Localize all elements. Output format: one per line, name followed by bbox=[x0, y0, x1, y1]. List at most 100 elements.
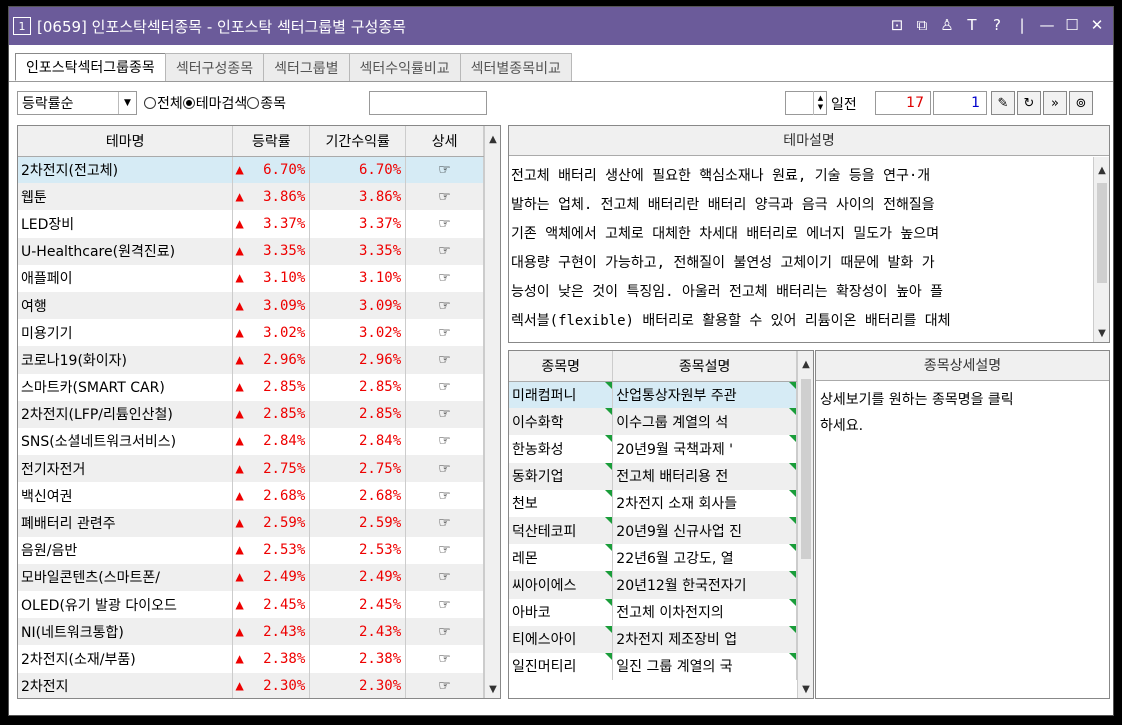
table-row[interactable]: 일진머티리 일진 그룹 계열의 국 bbox=[509, 652, 797, 681]
theme-name-cell[interactable]: NI(네트워크통합) bbox=[18, 618, 234, 646]
scroll-down-icon[interactable]: ▼ bbox=[798, 684, 813, 695]
theme-name-cell[interactable]: 전기자전거 bbox=[18, 455, 234, 483]
minimize-icon[interactable]: — bbox=[1039, 16, 1055, 34]
theme-name-cell[interactable]: 미용기기 bbox=[18, 319, 234, 347]
table-row[interactable]: 이수화학 이수그룹 계열의 석 bbox=[509, 408, 797, 436]
table-row[interactable]: 전기자전거 ▲ 2.75% 2.75% ☞ bbox=[18, 455, 484, 483]
radio-theme-dot[interactable] bbox=[182, 97, 195, 109]
stock-name-cell[interactable]: 아바코 bbox=[509, 598, 614, 626]
theme-name-cell[interactable]: 폐배터리 관련주 bbox=[18, 509, 234, 537]
scroll-down-icon[interactable]: ▼ bbox=[485, 684, 500, 695]
detail-button[interactable]: ☞ bbox=[405, 618, 484, 646]
scroll-up-icon[interactable]: ▲ bbox=[1094, 165, 1109, 176]
tab-sector-composition[interactable]: 섹터구성종목 bbox=[164, 53, 265, 81]
table-row[interactable]: 여행 ▲ 3.09% 3.09% ☞ bbox=[18, 291, 484, 320]
detail-icon[interactable]: ☞ bbox=[438, 569, 451, 585]
detail-button[interactable]: ☞ bbox=[405, 509, 484, 537]
detail-icon[interactable]: ☞ bbox=[438, 162, 451, 178]
table-row[interactable]: 미용기기 ▲ 3.02% 3.02% ☞ bbox=[18, 319, 484, 347]
theme-name-cell[interactable]: SNS(소셜네트워크서비스) bbox=[18, 427, 234, 456]
detail-icon[interactable]: ☞ bbox=[438, 352, 451, 368]
detail-button[interactable]: ☞ bbox=[405, 156, 484, 184]
detail-button[interactable]: ☞ bbox=[405, 563, 484, 591]
detail-icon[interactable]: ☞ bbox=[438, 433, 451, 449]
table-row[interactable]: 미래컴퍼니 산업통상자원부 주관 bbox=[509, 381, 797, 409]
spin-up-icon[interactable]: ▲ bbox=[818, 94, 823, 103]
theme-name-cell[interactable]: 여행 bbox=[18, 291, 234, 320]
table-row[interactable]: 레몬 22년6월 고강도, 열 bbox=[509, 544, 797, 572]
detail-button[interactable]: ☞ bbox=[405, 183, 484, 211]
theme-name-cell[interactable]: 스마트카(SMART CAR) bbox=[18, 373, 234, 401]
detail-button[interactable]: ☞ bbox=[405, 672, 484, 698]
stock-name-cell[interactable]: 티에스아이 bbox=[509, 625, 614, 653]
table-row[interactable]: 백신여권 ▲ 2.68% 2.68% ☞ bbox=[18, 482, 484, 510]
col-rate[interactable]: 등락률 bbox=[232, 126, 311, 157]
theme-name-cell[interactable]: 2차전지 bbox=[18, 672, 234, 698]
detail-button[interactable]: ☞ bbox=[405, 346, 484, 374]
radio-stock-dot[interactable] bbox=[247, 97, 260, 109]
tab-sector-stock-compare[interactable]: 섹터별종목비교 bbox=[459, 53, 572, 81]
detail-icon[interactable]: ☞ bbox=[438, 270, 451, 286]
table-row[interactable]: 코로나19(화이자) ▲ 2.96% 2.96% ☞ bbox=[18, 346, 484, 374]
table-row[interactable]: 씨아이에스 20년12월 한국전자기 bbox=[509, 571, 797, 599]
next-button[interactable]: » bbox=[1043, 91, 1067, 115]
theme-name-cell[interactable]: 2차전지(전고체) bbox=[18, 156, 234, 184]
search-input[interactable] bbox=[369, 91, 487, 115]
table-row[interactable]: 동화기업 전고체 배터리용 전 bbox=[509, 462, 797, 490]
detail-icon[interactable]: ☞ bbox=[438, 624, 451, 640]
table-row[interactable]: 아바코 전고체 이차전지의 bbox=[509, 598, 797, 626]
table-row[interactable]: 웹툰 ▲ 3.86% 3.86% ☞ bbox=[18, 183, 484, 211]
stock-name-cell[interactable]: 씨아이에스 bbox=[509, 571, 614, 599]
config-button[interactable]: ✎ bbox=[991, 91, 1015, 115]
table-row[interactable]: 티에스아이 2차전지 제조장비 업 bbox=[509, 625, 797, 653]
detail-icon[interactable]: ☞ bbox=[438, 325, 451, 341]
scroll-up-icon[interactable]: ▲ bbox=[798, 359, 813, 370]
detail-button[interactable]: ☞ bbox=[405, 373, 484, 401]
table-row[interactable]: SNS(소셜네트워크서비스) ▲ 2.84% 2.84% ☞ bbox=[18, 427, 484, 456]
table-row[interactable]: 스마트카(SMART CAR) ▲ 2.85% 2.85% ☞ bbox=[18, 373, 484, 401]
theme-name-cell[interactable]: 2차전지(LFP/리튬인산철) bbox=[18, 400, 234, 428]
detail-icon[interactable]: ☞ bbox=[438, 298, 451, 314]
table-row[interactable]: 폐배터리 관련주 ▲ 2.59% 2.59% ☞ bbox=[18, 509, 484, 537]
scroll-thumb[interactable] bbox=[801, 379, 811, 559]
theme-scrollbar[interactable]: ▲ ▼ bbox=[484, 126, 500, 698]
detail-icon[interactable]: ☞ bbox=[438, 406, 451, 422]
theme-name-cell[interactable]: LED장비 bbox=[18, 210, 234, 238]
table-row[interactable]: 애플페이 ▲ 3.10% 3.10% ☞ bbox=[18, 264, 484, 292]
detail-icon[interactable]: ☞ bbox=[438, 651, 451, 667]
stock-name-cell[interactable]: 천보 bbox=[509, 489, 614, 517]
table-row[interactable]: NI(네트워크통합) ▲ 2.43% 2.43% ☞ bbox=[18, 618, 484, 646]
close-icon[interactable]: ✕ bbox=[1089, 16, 1105, 34]
table-row[interactable]: 2차전지(전고체) ▲ 6.70% 6.70% ☞ bbox=[18, 156, 484, 184]
table-row[interactable]: 한농화성 20년9월 국책과제 ' bbox=[509, 435, 797, 463]
col-stock-name[interactable]: 종목명 bbox=[509, 351, 614, 382]
table-row[interactable]: 모바일콘텐츠(스마트폰/▲ 2.49% 2.49% ☞ bbox=[18, 563, 484, 591]
detail-icon[interactable]: ☞ bbox=[438, 515, 451, 531]
detail-button[interactable]: ☞ bbox=[405, 591, 484, 619]
detail-icon[interactable]: ☞ bbox=[438, 542, 451, 558]
stock-name-cell[interactable]: 일진머티리 bbox=[509, 652, 614, 681]
theme-name-cell[interactable]: 2차전지(소재/부품) bbox=[18, 645, 234, 673]
col-theme-name[interactable]: 테마명 bbox=[18, 126, 234, 157]
realtime-button[interactable]: ⊚ bbox=[1069, 91, 1093, 115]
stock-name-cell[interactable]: 한농화성 bbox=[509, 435, 614, 463]
tab-sector-return-compare[interactable]: 섹터수익률비교 bbox=[348, 53, 461, 81]
theme-name-cell[interactable]: U-Healthcare(원격진료) bbox=[18, 237, 234, 265]
days-spinner[interactable]: ▲ ▼ bbox=[813, 91, 827, 115]
stock-name-cell[interactable]: 레몬 bbox=[509, 544, 614, 572]
col-period-return[interactable]: 기간수익률 bbox=[309, 126, 407, 157]
detail-icon[interactable]: ☞ bbox=[438, 216, 451, 232]
detail-icon[interactable]: ☞ bbox=[438, 379, 451, 395]
stock-name-cell[interactable]: 덕산테코피 bbox=[509, 516, 614, 545]
detail-button[interactable]: ☞ bbox=[405, 455, 484, 483]
table-row[interactable]: 2차전지(소재/부품) ▲ 2.38% 2.38% ☞ bbox=[18, 645, 484, 673]
stock-name-cell[interactable]: 동화기업 bbox=[509, 462, 614, 490]
theme-name-cell[interactable]: 음원/음반 bbox=[18, 536, 234, 564]
theme-name-cell[interactable]: 백신여권 bbox=[18, 482, 234, 510]
table-row[interactable]: 2차전지 ▲ 2.30% 2.30% ☞ bbox=[18, 672, 484, 698]
detail-icon[interactable]: ☞ bbox=[438, 243, 451, 259]
detail-button[interactable]: ☞ bbox=[405, 237, 484, 265]
scroll-up-icon[interactable]: ▲ bbox=[485, 134, 500, 145]
help-icon[interactable]: ? bbox=[989, 16, 1005, 34]
table-row[interactable]: 덕산테코피 20년9월 신규사업 진 bbox=[509, 516, 797, 545]
